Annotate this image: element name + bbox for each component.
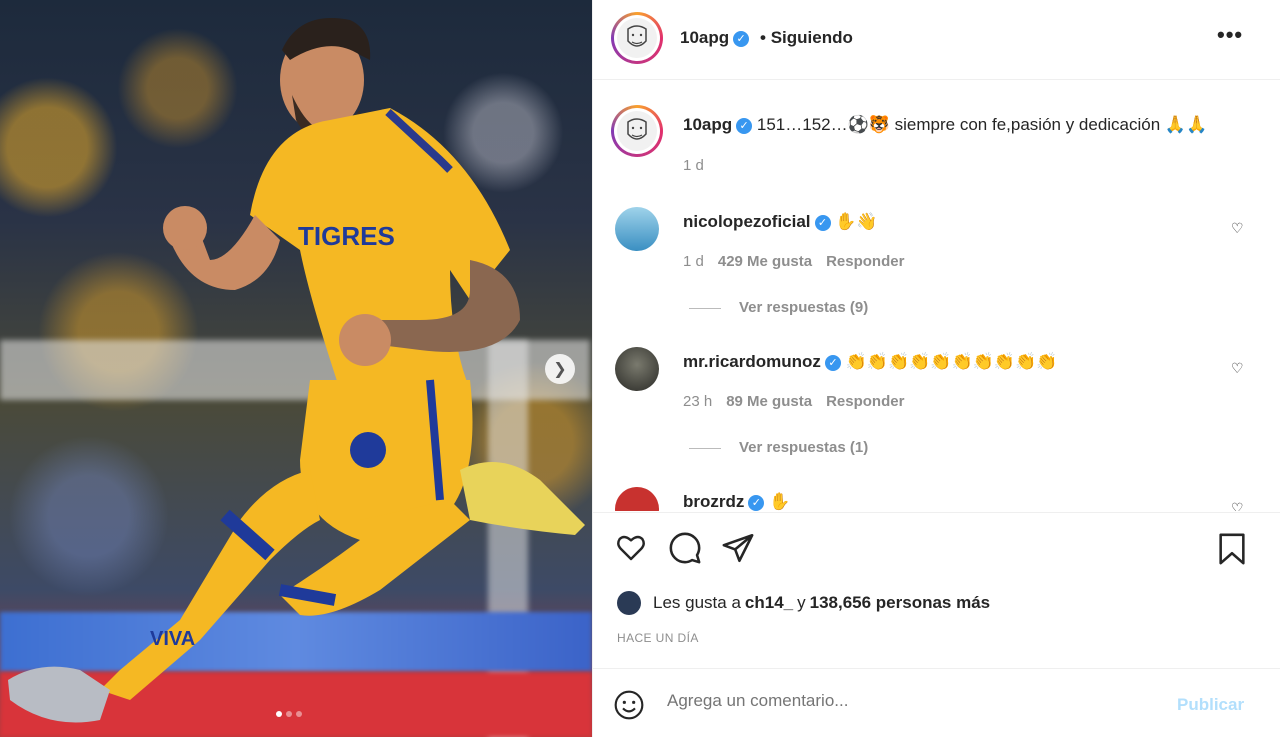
comment-text: mr.ricardomunoz ✓ 👏👏👏👏👏👏👏👏👏👏 — [683, 352, 1057, 372]
publish-button[interactable]: Publicar — [1177, 695, 1244, 715]
comment-like-heart-icon[interactable]: ♡ — [1231, 220, 1244, 237]
post-header: 10apg ✓ • Siguiendo ••• — [593, 0, 1280, 80]
verified-icon: ✓ — [736, 117, 753, 134]
comments-list[interactable]: 10apg ✓ 151…152…⚽🐯 siempre con fe,pasión … — [593, 81, 1280, 511]
bookmark-icon[interactable] — [1215, 531, 1249, 567]
commenter-username[interactable]: brozrdz — [683, 492, 744, 511]
author-username-text[interactable]: 10apg — [680, 28, 729, 47]
following-button[interactable]: Siguiendo — [771, 28, 853, 47]
more-icon[interactable]: ••• — [1217, 22, 1243, 48]
comment-time[interactable]: 1 d — [683, 253, 704, 270]
caption-time[interactable]: 1 d — [683, 157, 704, 174]
post-panel: 10apg ✓ • Siguiendo ••• 10apg ✓ 151…152…⚽🐯 — [592, 0, 1280, 737]
post-timestamp[interactable]: HACE UN DÍA — [617, 631, 699, 645]
verified-icon: ✓ — [824, 354, 841, 371]
comment-text: brozrdz ✓ ✋ — [683, 492, 790, 511]
likes-summary: Les gusta a ch14_ y 138,656 personas más — [617, 591, 994, 615]
likes-connector: y — [797, 593, 806, 612]
comment-like-heart-icon[interactable]: ♡ — [1231, 360, 1244, 377]
verified-icon: ✓ — [748, 494, 765, 511]
comment-input[interactable] — [667, 691, 1147, 711]
caption-text: 10apg ✓ 151…152…⚽🐯 siempre con fe,pasión … — [683, 115, 1207, 135]
author-avatar[interactable] — [611, 12, 663, 64]
caption-username[interactable]: 10apg — [683, 115, 732, 134]
emoji-icon[interactable] — [613, 689, 645, 721]
share-icon[interactable] — [721, 531, 755, 565]
comment-like-heart-icon[interactable]: ♡ — [1231, 500, 1244, 511]
commenter-avatar[interactable] — [615, 207, 659, 251]
avatar-illustration-icon — [627, 25, 647, 47]
comment-composer: Publicar — [593, 668, 1280, 737]
avatar-illustration-icon — [627, 118, 647, 140]
player-image: TIGRES VIVA — [8, 18, 585, 723]
liker-username[interactable]: ch14_ — [745, 593, 793, 613]
comment-body: ✋👋 — [835, 212, 878, 231]
author-username[interactable]: 10apg ✓ — [680, 28, 750, 48]
likes-count[interactable]: 138,656 personas más — [810, 593, 991, 613]
jersey-text: TIGRES — [298, 221, 395, 251]
carousel-dot — [276, 711, 282, 717]
comment-meta: 23 h 89 Me gusta Responder — [683, 393, 918, 410]
commenter-avatar[interactable] — [615, 347, 659, 391]
post-actions: Les gusta a ch14_ y 138,656 personas más… — [593, 512, 1280, 645]
commenter-username[interactable]: nicolopezoficial — [683, 212, 811, 231]
view-replies-button[interactable]: Ver respuestas (1) — [689, 439, 868, 456]
verified-icon: ✓ — [814, 214, 831, 231]
view-replies-button[interactable]: Ver respuestas (9) — [689, 299, 868, 316]
comment-meta: 1 d 429 Me gusta Responder — [683, 253, 918, 270]
carousel-dots — [276, 711, 302, 717]
heart-icon[interactable] — [613, 531, 649, 563]
liker-avatar[interactable] — [617, 591, 641, 615]
sponsor-text: VIVA — [150, 628, 195, 650]
post-media[interactable]: TIGRES VIVA ❯ — [0, 0, 592, 737]
separator: • — [760, 28, 766, 47]
verified-icon: ✓ — [733, 30, 750, 47]
comment-likes[interactable]: 429 Me gusta — [718, 253, 812, 270]
commenter-username[interactable]: mr.ricardomunoz — [683, 352, 821, 371]
comment-icon[interactable] — [668, 531, 702, 565]
following-status[interactable]: • Siguiendo — [760, 28, 853, 48]
comment-time[interactable]: 23 h — [683, 393, 712, 410]
comment-likes[interactable]: 89 Me gusta — [726, 393, 812, 410]
caption-body: 151…152…⚽🐯 siempre con fe,pasión y dedic… — [756, 115, 1208, 134]
carousel-next-button[interactable]: ❯ — [545, 354, 575, 384]
comment-body: ✋ — [769, 492, 791, 511]
likes-prefix: Les gusta a — [653, 593, 741, 612]
comment-body: 👏👏👏👏👏👏👏👏👏👏 — [845, 352, 1058, 371]
reply-button[interactable]: Responder — [826, 393, 904, 410]
reply-button[interactable]: Responder — [826, 253, 904, 270]
chevron-right-icon: ❯ — [553, 361, 567, 378]
commenter-avatar[interactable] — [615, 487, 659, 511]
comment-text: nicolopezoficial ✓ ✋👋 — [683, 212, 878, 232]
caption-avatar[interactable] — [611, 105, 663, 157]
carousel-dot — [286, 711, 292, 717]
carousel-dot — [296, 711, 302, 717]
